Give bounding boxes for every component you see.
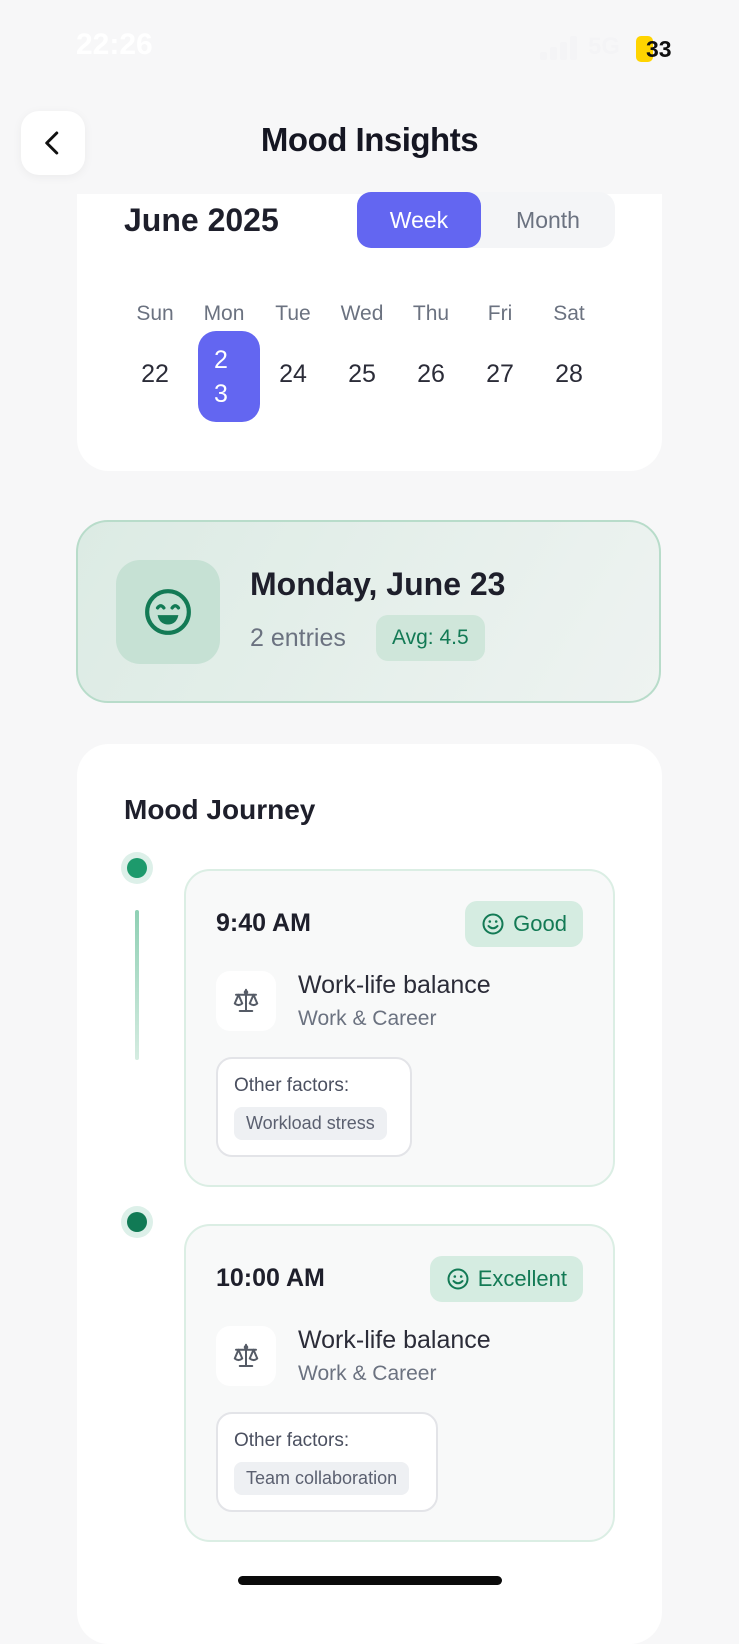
page-title: Mood Insights bbox=[260, 121, 479, 158]
mood-badge: Excellent bbox=[429, 1256, 583, 1302]
weekday-label: Tue bbox=[275, 302, 311, 325]
mood-badge: Good bbox=[465, 901, 583, 947]
section-title: Mood Journey bbox=[124, 794, 316, 825]
balance-scale-icon bbox=[233, 988, 259, 1012]
day-title: Monday, June 23 bbox=[250, 566, 506, 602]
factor-chip: Workload stress bbox=[234, 1107, 387, 1140]
date-cell-selected[interactable]: 23 bbox=[198, 331, 260, 422]
factor-chip: Team collaboration bbox=[234, 1462, 410, 1495]
week-toggle-button[interactable]: Week bbox=[357, 192, 481, 248]
smile-icon bbox=[447, 1268, 469, 1290]
average-badge: Avg: 4.5 bbox=[376, 615, 485, 661]
date-cell[interactable]: 24 bbox=[258, 360, 328, 389]
mood-label: Good bbox=[513, 911, 567, 936]
smile-icon bbox=[482, 913, 504, 935]
mood-entry-card[interactable]: 10:00 AM Excellent Work-life balance Wor… bbox=[184, 1224, 615, 1542]
category-icon-box bbox=[216, 1326, 276, 1386]
timeline-line bbox=[135, 910, 139, 1060]
date-cell[interactable]: 26 bbox=[396, 360, 466, 389]
factors-label: Other factors: bbox=[234, 1075, 350, 1096]
category-title: Work-life balance bbox=[298, 1326, 491, 1354]
month-toggle-button[interactable]: Month bbox=[481, 192, 615, 248]
status-time: 22:26 bbox=[76, 28, 153, 61]
mood-journey-card: Mood Journey 9:40 AM Good Work-life bala… bbox=[77, 744, 662, 1644]
network-label: 5G bbox=[588, 33, 621, 60]
view-toggle: Week Month bbox=[357, 192, 615, 248]
weekday-label: Mon bbox=[203, 302, 245, 325]
day-mood-icon-box bbox=[116, 560, 220, 664]
mood-entry-card[interactable]: 9:40 AM Good Work-life balance Work & Ca… bbox=[184, 869, 615, 1187]
month-label: June 2025 bbox=[124, 202, 279, 238]
date-cell[interactable]: 28 bbox=[534, 360, 604, 389]
battery-icon: 33 bbox=[636, 36, 676, 62]
other-factors-box: Other factors: Team collaboration bbox=[216, 1412, 438, 1512]
home-indicator[interactable] bbox=[238, 1576, 502, 1585]
balance-scale-icon bbox=[233, 1343, 259, 1367]
timeline-dot bbox=[127, 858, 147, 878]
weekday-label: Thu bbox=[412, 302, 450, 325]
signal-icon bbox=[540, 36, 580, 60]
weekday-label: Wed bbox=[340, 302, 384, 325]
battery-level: 33 bbox=[646, 36, 672, 62]
date-cell[interactable]: 27 bbox=[465, 360, 535, 389]
timeline-dot bbox=[127, 1212, 147, 1232]
category-subtitle: Work & Career bbox=[298, 1362, 437, 1385]
weekday-label: Sat bbox=[553, 302, 585, 325]
category-title: Work-life balance bbox=[298, 971, 491, 999]
grin-face-icon bbox=[145, 589, 191, 635]
category-subtitle: Work & Career bbox=[298, 1007, 437, 1030]
entry-time: 10:00 AM bbox=[216, 1264, 325, 1292]
weekday-label: Fri bbox=[487, 302, 513, 325]
weekday-label: Sun bbox=[136, 302, 174, 325]
date-cell[interactable]: 22 bbox=[120, 360, 190, 389]
day-summary-card: Monday, June 23 2 entries Avg: 4.5 bbox=[76, 520, 661, 703]
mood-label: Excellent bbox=[477, 1266, 567, 1291]
entry-count: 2 entries bbox=[250, 624, 346, 652]
factors-label: Other factors: bbox=[234, 1430, 350, 1451]
entry-time: 9:40 AM bbox=[216, 909, 311, 937]
other-factors-box: Other factors: Workload stress bbox=[216, 1057, 412, 1157]
category-icon-box bbox=[216, 971, 276, 1031]
selected-date-label: 23 bbox=[214, 346, 228, 408]
date-cell[interactable]: 25 bbox=[327, 360, 397, 389]
calendar-card: June 2025 Week Month Sun Mon Tue Wed Thu… bbox=[77, 192, 662, 471]
